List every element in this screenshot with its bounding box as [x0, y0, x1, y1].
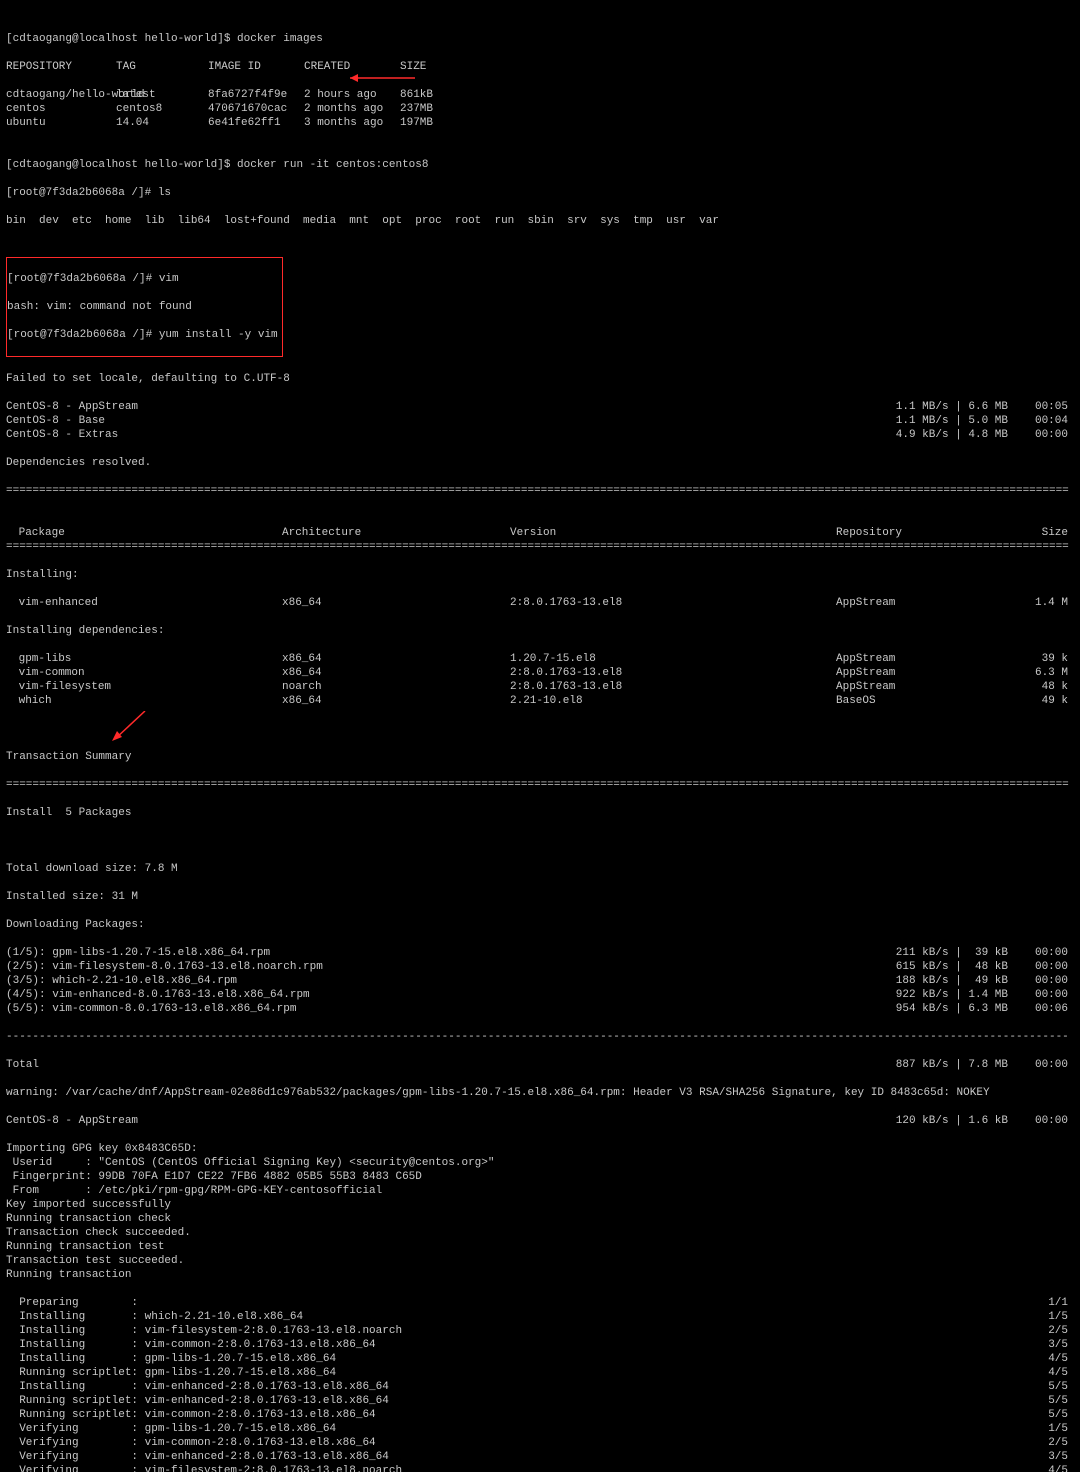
gpg-line: Transaction test succeeded.: [6, 1254, 1074, 1268]
images-header: REPOSITORYTAGIMAGE IDCREATEDSIZE: [6, 60, 1074, 74]
transaction-row: Running scriptlet: gpm-libs-1.20.7-15.el…: [6, 1366, 1074, 1380]
download-row: (2/5): vim-filesystem-8.0.1763-13.el8.no…: [6, 960, 1074, 974]
divider: ----------------------------------------…: [6, 1030, 1074, 1044]
package-row: vim-enhancedx86_642:8.0.1763-13.el8AppSt…: [6, 596, 1074, 610]
ls-output: bin dev etc home lib lib64 lost+found me…: [6, 214, 1074, 228]
download-row: (4/5): vim-enhanced-8.0.1763-13.el8.x86_…: [6, 988, 1074, 1002]
total-row: Total887 kB/s | 7.8 MB00:00: [6, 1058, 1074, 1072]
transaction-row: Running scriptlet: vim-enhanced-2:8.0.17…: [6, 1394, 1074, 1408]
repo-line: CentOS-8 - AppStream1.1 MB/s | 6.6 MB00:…: [6, 400, 1074, 414]
image-row: cdtaogang/hello-worldlatest8fa6727f4f9e2…: [6, 88, 1074, 102]
transaction-row: Installing : vim-filesystem-2:8.0.1763-1…: [6, 1324, 1074, 1338]
gpg-line: Importing GPG key 0x8483C65D:: [6, 1142, 1074, 1156]
downloading-label: Downloading Packages:: [6, 918, 1074, 932]
install-count: Install 5 Packages: [6, 806, 1074, 820]
prompt-docker-run: [cdtaogang@localhost hello-world]$ docke…: [6, 158, 1074, 172]
terminal-output[interactable]: [cdtaogang@localhost hello-world]$ docke…: [0, 0, 1080, 1472]
gpg-line: Running transaction: [6, 1268, 1074, 1282]
transaction-row: Verifying : vim-enhanced-2:8.0.1763-13.e…: [6, 1450, 1074, 1464]
pkg-header: PackageArchitectureVersionRepositorySize: [6, 512, 1074, 526]
transaction-row: Preparing :1/1: [6, 1296, 1074, 1310]
deps-resolved: Dependencies resolved.: [6, 456, 1074, 470]
prompt-docker-images: [cdtaogang@localhost hello-world]$ docke…: [6, 32, 1074, 46]
package-row: vim-filesystemnoarch2:8.0.1763-13.el8App…: [6, 680, 1074, 694]
gpg-line: Running transaction test: [6, 1240, 1074, 1254]
transaction-row: Installing : which-2.21-10.el8.x86_641/5: [6, 1310, 1074, 1324]
bash-error: bash: vim: command not found: [7, 300, 278, 314]
gpg-line: Running transaction check: [6, 1212, 1074, 1226]
download-row: (5/5): vim-common-8.0.1763-13.el8.x86_64…: [6, 1002, 1074, 1016]
download-row: (1/5): gpm-libs-1.20.7-15.el8.x86_64.rpm…: [6, 946, 1074, 960]
gpg-line: Key imported successfully: [6, 1198, 1074, 1212]
transaction-row: Installing : vim-enhanced-2:8.0.1763-13.…: [6, 1380, 1074, 1394]
installing-deps-label: Installing dependencies:: [6, 624, 1074, 638]
prompt-yum-install: [root@7f3da2b6068a /]# yum install -y vi…: [7, 328, 278, 342]
annotation-arrow-icon: [110, 697, 150, 757]
repo-line: CentOS-8 - Base1.1 MB/s | 5.0 MB00:04: [6, 414, 1074, 428]
gpg-line: Userid : "CentOS (CentOS Official Signin…: [6, 1156, 1074, 1170]
gpg-line: From : /etc/pki/rpm-gpg/RPM-GPG-KEY-cent…: [6, 1184, 1074, 1198]
locale-warning: Failed to set locale, defaulting to C.UT…: [6, 372, 1074, 386]
transaction-row: Running scriptlet: vim-common-2:8.0.1763…: [6, 1408, 1074, 1422]
transaction-row: Installing : gpm-libs-1.20.7-15.el8.x86_…: [6, 1352, 1074, 1366]
prompt-ls: [root@7f3da2b6068a /]# ls: [6, 186, 1074, 200]
image-row: ubuntu14.046e41fe62ff13 months ago197MB: [6, 116, 1074, 130]
prompt-vim: [root@7f3da2b6068a /]# vim: [7, 272, 278, 286]
transaction-row: Verifying : vim-filesystem-2:8.0.1763-13…: [6, 1464, 1074, 1472]
installing-label: Installing:: [6, 568, 1074, 582]
package-row: gpm-libsx86_641.20.7-15.el8AppStream39 k: [6, 652, 1074, 666]
annotation-arrow-icon: [350, 59, 420, 97]
installed-size: Installed size: 31 M: [6, 890, 1074, 904]
repo-line: CentOS-8 - Extras4.9 kB/s | 4.8 MB00:00: [6, 428, 1074, 442]
divider: ========================================…: [6, 484, 1074, 498]
download-row: (3/5): which-2.21-10.el8.x86_64.rpm188 k…: [6, 974, 1074, 988]
transaction-summary: Transaction Summary: [6, 750, 1074, 764]
highlight-box: [root@7f3da2b6068a /]# vim bash: vim: co…: [6, 257, 283, 357]
package-row: vim-commonx86_642:8.0.1763-13.el8AppStre…: [6, 666, 1074, 680]
package-row: whichx86_642.21-10.el8BaseOS49 k: [6, 694, 1074, 708]
transaction-row: Verifying : vim-common-2:8.0.1763-13.el8…: [6, 1436, 1074, 1450]
gpg-line: Fingerprint: 99DB 70FA E1D7 CE22 7FB6 48…: [6, 1170, 1074, 1184]
nokey-warning: warning: /var/cache/dnf/AppStream-02e86d…: [6, 1086, 1074, 1100]
divider: ========================================…: [6, 778, 1074, 792]
image-row: centoscentos8470671670cac2 months ago237…: [6, 102, 1074, 116]
transaction-row: Verifying : gpm-libs-1.20.7-15.el8.x86_6…: [6, 1422, 1074, 1436]
transaction-row: Installing : vim-common-2:8.0.1763-13.el…: [6, 1338, 1074, 1352]
divider: ========================================…: [6, 540, 1074, 554]
gpg-line: Transaction check succeeded.: [6, 1226, 1074, 1240]
total-download: Total download size: 7.8 M: [6, 862, 1074, 876]
appstream-row: CentOS-8 - AppStream120 kB/s | 1.6 kB00:…: [6, 1114, 1074, 1128]
